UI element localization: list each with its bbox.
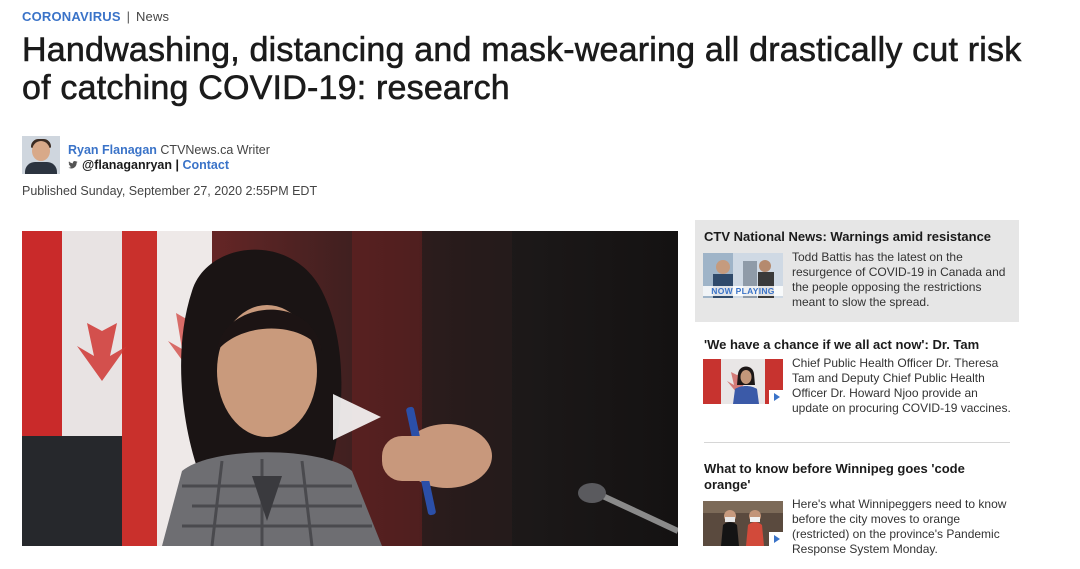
author-avatar[interactable] (22, 136, 60, 174)
divider (704, 442, 1010, 443)
play-icon[interactable] (331, 392, 383, 442)
now-playing-badge: NOW PLAYING (703, 286, 783, 296)
related-video-description: Here's what Winnipeggers need to know be… (792, 497, 1007, 556)
subsection-link[interactable]: News (136, 9, 169, 24)
author-role: CTVNews.ca Writer (160, 143, 270, 157)
play-icon (769, 390, 783, 404)
article-headline: Handwashing, distancing and mask-wearing… (22, 31, 1022, 108)
author-name-link[interactable]: Ryan Flanagan (68, 143, 157, 157)
related-video-thumbnail[interactable] (703, 501, 783, 546)
section-breadcrumb: CORONAVIRUS | News (22, 9, 169, 24)
related-video[interactable]: 'We have a chance if we all act now': Dr… (695, 332, 1019, 446)
related-video-description: Chief Public Health Officer Dr. Theresa … (792, 356, 1011, 415)
related-video-thumbnail[interactable] (703, 359, 783, 404)
byline-separator: | (175, 158, 179, 172)
related-video-title[interactable]: 'We have a chance if we all act now': Dr… (704, 337, 1014, 353)
video-still-image (22, 231, 678, 546)
related-video-thumbnail[interactable]: NOW PLAYING (703, 253, 783, 298)
related-videos-sidebar: CTV National News: Warnings amid resista… (695, 220, 1019, 569)
video-player[interactable] (22, 231, 678, 546)
twitter-bird-icon (68, 161, 78, 169)
related-video-title[interactable]: CTV National News: Warnings amid resista… (704, 229, 1014, 245)
play-icon (769, 532, 783, 546)
section-link[interactable]: CORONAVIRUS (22, 9, 121, 24)
related-video-description: Todd Battis has the latest on the resurg… (792, 250, 1006, 309)
contact-link[interactable]: Contact (182, 158, 229, 172)
related-video[interactable]: What to know before Winnipeg goes 'code … (695, 459, 1019, 569)
published-date: Published Sunday, September 27, 2020 2:5… (22, 184, 318, 198)
twitter-handle-link[interactable]: @flanaganryan (82, 158, 172, 172)
breadcrumb-separator: | (126, 9, 131, 24)
related-video-title[interactable]: What to know before Winnipeg goes 'code … (704, 461, 974, 493)
byline: Ryan Flanagan CTVNews.ca Writer @flanaga… (22, 136, 270, 174)
related-video-now-playing[interactable]: CTV National News: Warnings amid resista… (695, 220, 1019, 322)
